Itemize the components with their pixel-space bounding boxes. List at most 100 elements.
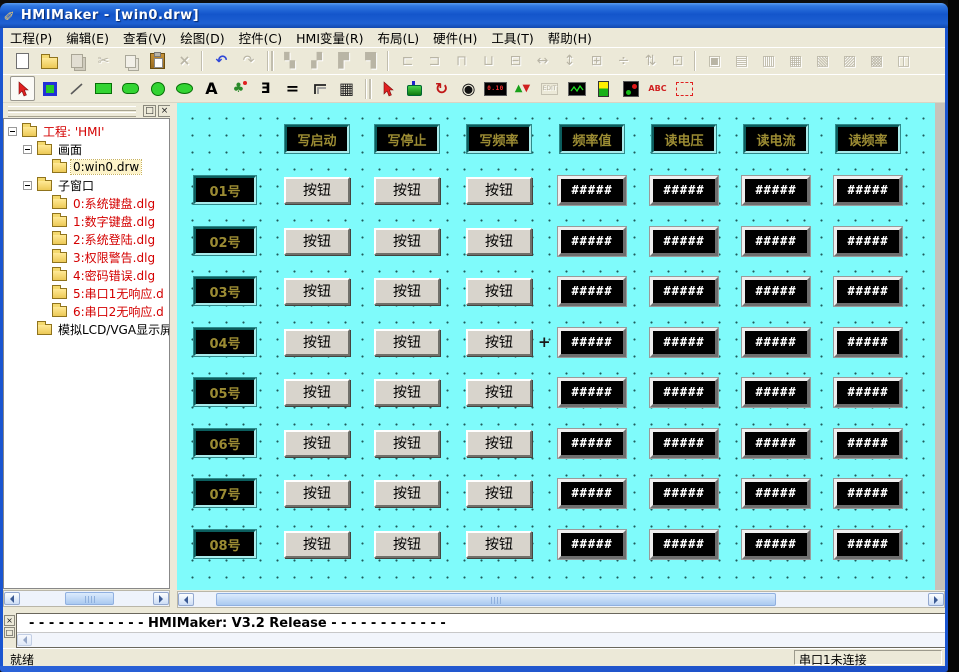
row-6-display-3[interactable]: ##### [742, 429, 810, 458]
menu-item-10[interactable]: 帮助(H) [541, 26, 599, 49]
row-8-button-1[interactable]: 按钮 [284, 531, 350, 558]
undo-icon[interactable]: ↶ [209, 49, 234, 74]
row-8-display-2[interactable]: ##### [650, 530, 718, 559]
row-label-lcd-7[interactable]: 07号 [194, 479, 256, 507]
row-8-display-4[interactable]: ##### [834, 530, 902, 559]
align-right-icon[interactable]: ⊐ [422, 49, 447, 74]
tree-item-1[interactable]: 工程: 'HMI' [4, 122, 169, 140]
circle-tool-icon[interactable] [145, 76, 170, 101]
align-top-icon[interactable]: ⊓ [449, 49, 474, 74]
menu-item-3[interactable]: 查看(V) [116, 26, 173, 49]
column-header-lcd-3[interactable]: 写频率 [467, 125, 531, 153]
same-height-icon[interactable]: ↕ [557, 49, 582, 74]
row-8-display-1[interactable]: ##### [558, 530, 626, 559]
menu-item-8[interactable]: 硬件(H) [426, 26, 484, 49]
switch-control-icon[interactable]: ▲▼ [510, 76, 535, 101]
tree-scroll-track[interactable] [20, 592, 153, 605]
row-4-button-1[interactable]: 按钮 [284, 329, 350, 356]
layout-tool-4-icon[interactable]: ▦ [783, 49, 808, 74]
row-4-button-3[interactable]: 按钮 [466, 329, 532, 356]
row-6-display-2[interactable]: ##### [650, 429, 718, 458]
title-bar[interactable]: ✎ HMIMaker - [win0.drw] [0, 3, 948, 28]
row-7-button-1[interactable]: 按钮 [284, 480, 350, 507]
layout-tool-2-icon[interactable]: ▤ [729, 49, 754, 74]
design-canvas[interactable]: 写启动写停止写频率频率值读电压读电流读频率01号按钮按钮按钮##########… [177, 103, 935, 590]
row-6-button-2[interactable]: 按钮 [374, 430, 440, 457]
menu-item-2[interactable]: 编辑(E) [59, 26, 116, 49]
output-scroll-track[interactable] [32, 634, 945, 647]
tree-item-6[interactable]: 1:数字键盘.dlg [4, 212, 169, 230]
menu-item-1[interactable]: 工程(P) [3, 26, 59, 49]
output-close-button[interactable]: × [4, 615, 15, 626]
canvas-scroll-left-button[interactable] [178, 593, 194, 606]
layout-tool-6-icon[interactable]: ▨ [837, 49, 862, 74]
column-header-lcd-6[interactable]: 读电流 [744, 125, 808, 153]
menu-item-4[interactable]: 绘图(D) [173, 26, 231, 49]
row-1-button-3[interactable]: 按钮 [466, 177, 532, 204]
menu-item-7[interactable]: 布局(L) [370, 26, 426, 49]
button-control-icon[interactable] [402, 76, 427, 101]
copy-icon[interactable] [118, 49, 143, 74]
row-3-button-3[interactable]: 按钮 [466, 278, 532, 305]
row-4-display-1[interactable]: ##### [558, 328, 626, 357]
menu-item-6[interactable]: HMI变量(R) [289, 26, 370, 49]
row-6-display-1[interactable]: ##### [558, 429, 626, 458]
output-float-button[interactable]: □ [4, 627, 15, 638]
row-5-display-1[interactable]: ##### [558, 378, 626, 407]
row-label-lcd-8[interactable]: 08号 [194, 530, 256, 558]
polyline-tool-icon[interactable] [307, 76, 332, 101]
tree-panel-titlebar[interactable]: □ × [3, 104, 171, 118]
row-2-display-2[interactable]: ##### [650, 227, 718, 256]
tree-scroll-right-button[interactable] [153, 592, 169, 605]
tree-hscrollbar[interactable] [3, 590, 170, 607]
row-4-display-3[interactable]: ##### [742, 328, 810, 357]
delete-icon[interactable]: × [172, 49, 197, 74]
ellipse-tool-icon[interactable] [172, 76, 197, 101]
row-8-button-2[interactable]: 按钮 [374, 531, 440, 558]
row-7-button-3[interactable]: 按钮 [466, 480, 532, 507]
row-8-display-3[interactable]: ##### [742, 530, 810, 559]
same-width-icon[interactable]: ↔ [530, 49, 555, 74]
canvas-scroll-thumb[interactable] [216, 593, 776, 606]
digital-display-control-icon[interactable]: 0.10 [483, 76, 508, 101]
tree-expander-icon[interactable] [23, 145, 32, 154]
tree-item-8[interactable]: 3:权限警告.dlg [4, 248, 169, 266]
row-4-display-2[interactable]: ##### [650, 328, 718, 357]
row-label-lcd-3[interactable]: 03号 [194, 277, 256, 305]
table-tool-icon[interactable]: ▦ [334, 76, 359, 101]
text-tool-icon[interactable]: A [199, 76, 224, 101]
lamp-control-icon[interactable] [618, 76, 643, 101]
redo-icon[interactable]: ↷ [236, 49, 261, 74]
row-2-display-4[interactable]: ##### [834, 227, 902, 256]
center-vertical-icon[interactable]: ⊟ [503, 49, 528, 74]
row-6-button-3[interactable]: 按钮 [466, 430, 532, 457]
layout-tool-3-icon[interactable]: ▥ [756, 49, 781, 74]
row-1-display-2[interactable]: ##### [650, 176, 718, 205]
column-header-lcd-4[interactable]: 频率值 [560, 125, 624, 153]
row-3-button-1[interactable]: 按钮 [284, 278, 350, 305]
row-6-button-1[interactable]: 按钮 [284, 430, 350, 457]
canvas-hscrollbar[interactable] [177, 591, 945, 608]
tree-expander-icon[interactable] [8, 127, 17, 136]
row-4-button-2[interactable]: 按钮 [374, 329, 440, 356]
tree-item-3[interactable]: 0:win0.drw [4, 158, 169, 176]
row-5-display-2[interactable]: ##### [650, 378, 718, 407]
space-across-icon[interactable]: ÷ [611, 49, 636, 74]
canvas-scroll-right-button[interactable] [928, 593, 944, 606]
row-7-button-2[interactable]: 按钮 [374, 480, 440, 507]
tree-panel-float-button[interactable]: □ [143, 105, 156, 117]
row-4-display-4[interactable]: ##### [834, 328, 902, 357]
row-label-lcd-2[interactable]: 02号 [194, 227, 256, 255]
same-size-icon[interactable]: ⊞ [584, 49, 609, 74]
radio-control-icon[interactable]: ◉ [456, 76, 481, 101]
paste-icon[interactable] [145, 49, 170, 74]
tree-item-2[interactable]: 画面 [4, 140, 169, 158]
column-header-lcd-7[interactable]: 读频率 [836, 125, 900, 153]
tree-item-12[interactable]: 模拟LCD/VGA显示屏 [4, 320, 169, 338]
bring-to-front-icon[interactable]: ▚ [277, 49, 302, 74]
move-forward-icon[interactable]: ▛ [331, 49, 356, 74]
trend-control-icon[interactable] [564, 76, 589, 101]
row-8-button-3[interactable]: 按钮 [466, 531, 532, 558]
menu-item-5[interactable]: 控件(C) [232, 26, 289, 49]
row-5-button-2[interactable]: 按钮 [374, 379, 440, 406]
